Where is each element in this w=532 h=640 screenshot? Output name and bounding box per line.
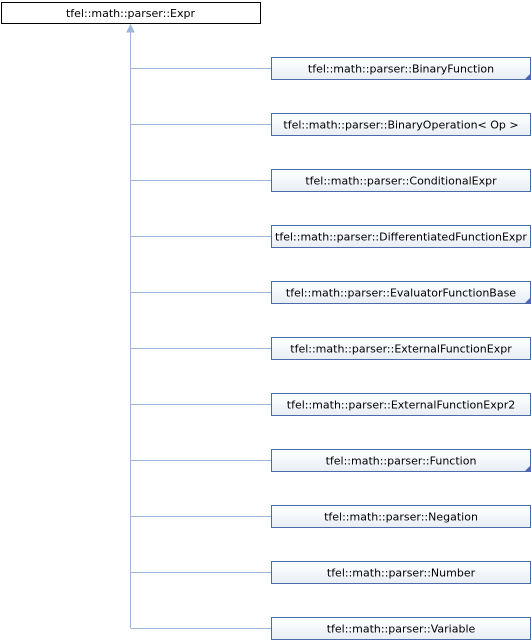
- derived-class-label: tfel::math::parser::Function: [326, 455, 477, 468]
- derived-class-node[interactable]: tfel::math::parser::ConditionalExpr: [271, 169, 531, 192]
- connectors-group: [126, 23, 272, 629]
- derived-class-label: tfel::math::parser::Number: [327, 567, 476, 580]
- derived-class-label: tfel::math::parser::ExternalFunctionExpr…: [287, 399, 515, 412]
- derived-class-node[interactable]: tfel::math::parser::DifferentiatedFuncti…: [271, 225, 531, 248]
- derived-class-label: tfel::math::parser::DifferentiatedFuncti…: [275, 231, 527, 244]
- derived-class-label: tfel::math::parser::EvaluatorFunctionBas…: [286, 287, 516, 300]
- derived-class-node[interactable]: tfel::math::parser::Function: [271, 449, 531, 472]
- derived-class-node[interactable]: tfel::math::parser::ExternalFunctionExpr…: [271, 393, 531, 416]
- derived-class-label: tfel::math::parser::ExternalFunctionExpr: [290, 343, 512, 356]
- derived-class-node[interactable]: tfel::math::parser::Number: [271, 561, 531, 584]
- derived-class-node[interactable]: tfel::math::parser::ExternalFunctionExpr: [271, 337, 531, 360]
- derived-class-node[interactable]: tfel::math::parser::EvaluatorFunctionBas…: [271, 281, 531, 304]
- derived-class-node[interactable]: tfel::math::parser::Negation: [271, 505, 531, 528]
- derived-class-label: tfel::math::parser::ConditionalExpr: [305, 175, 497, 188]
- derived-class-node[interactable]: tfel::math::parser::Variable: [271, 617, 531, 640]
- derived-class-node[interactable]: tfel::math::parser::BinaryOperation< Op …: [271, 113, 531, 136]
- derived-class-label: tfel::math::parser::BinaryOperation< Op …: [283, 119, 518, 132]
- derived-class-label: tfel::math::parser::Variable: [327, 623, 476, 636]
- inheritance-arrowhead: [126, 23, 135, 33]
- base-class-node[interactable]: tfel::math::parser::Expr: [1, 2, 261, 24]
- derived-class-label: tfel::math::parser::BinaryFunction: [308, 63, 494, 76]
- inheritance-diagram: tfel::math::parser::Expr tfel::math::par…: [1, 2, 531, 640]
- derived-class-node[interactable]: tfel::math::parser::BinaryFunction: [271, 57, 531, 80]
- base-class-label: tfel::math::parser::Expr: [66, 7, 196, 20]
- derived-class-label: tfel::math::parser::Negation: [324, 511, 478, 524]
- derived-classes-group: tfel::math::parser::BinaryFunctiontfel::…: [271, 57, 531, 640]
